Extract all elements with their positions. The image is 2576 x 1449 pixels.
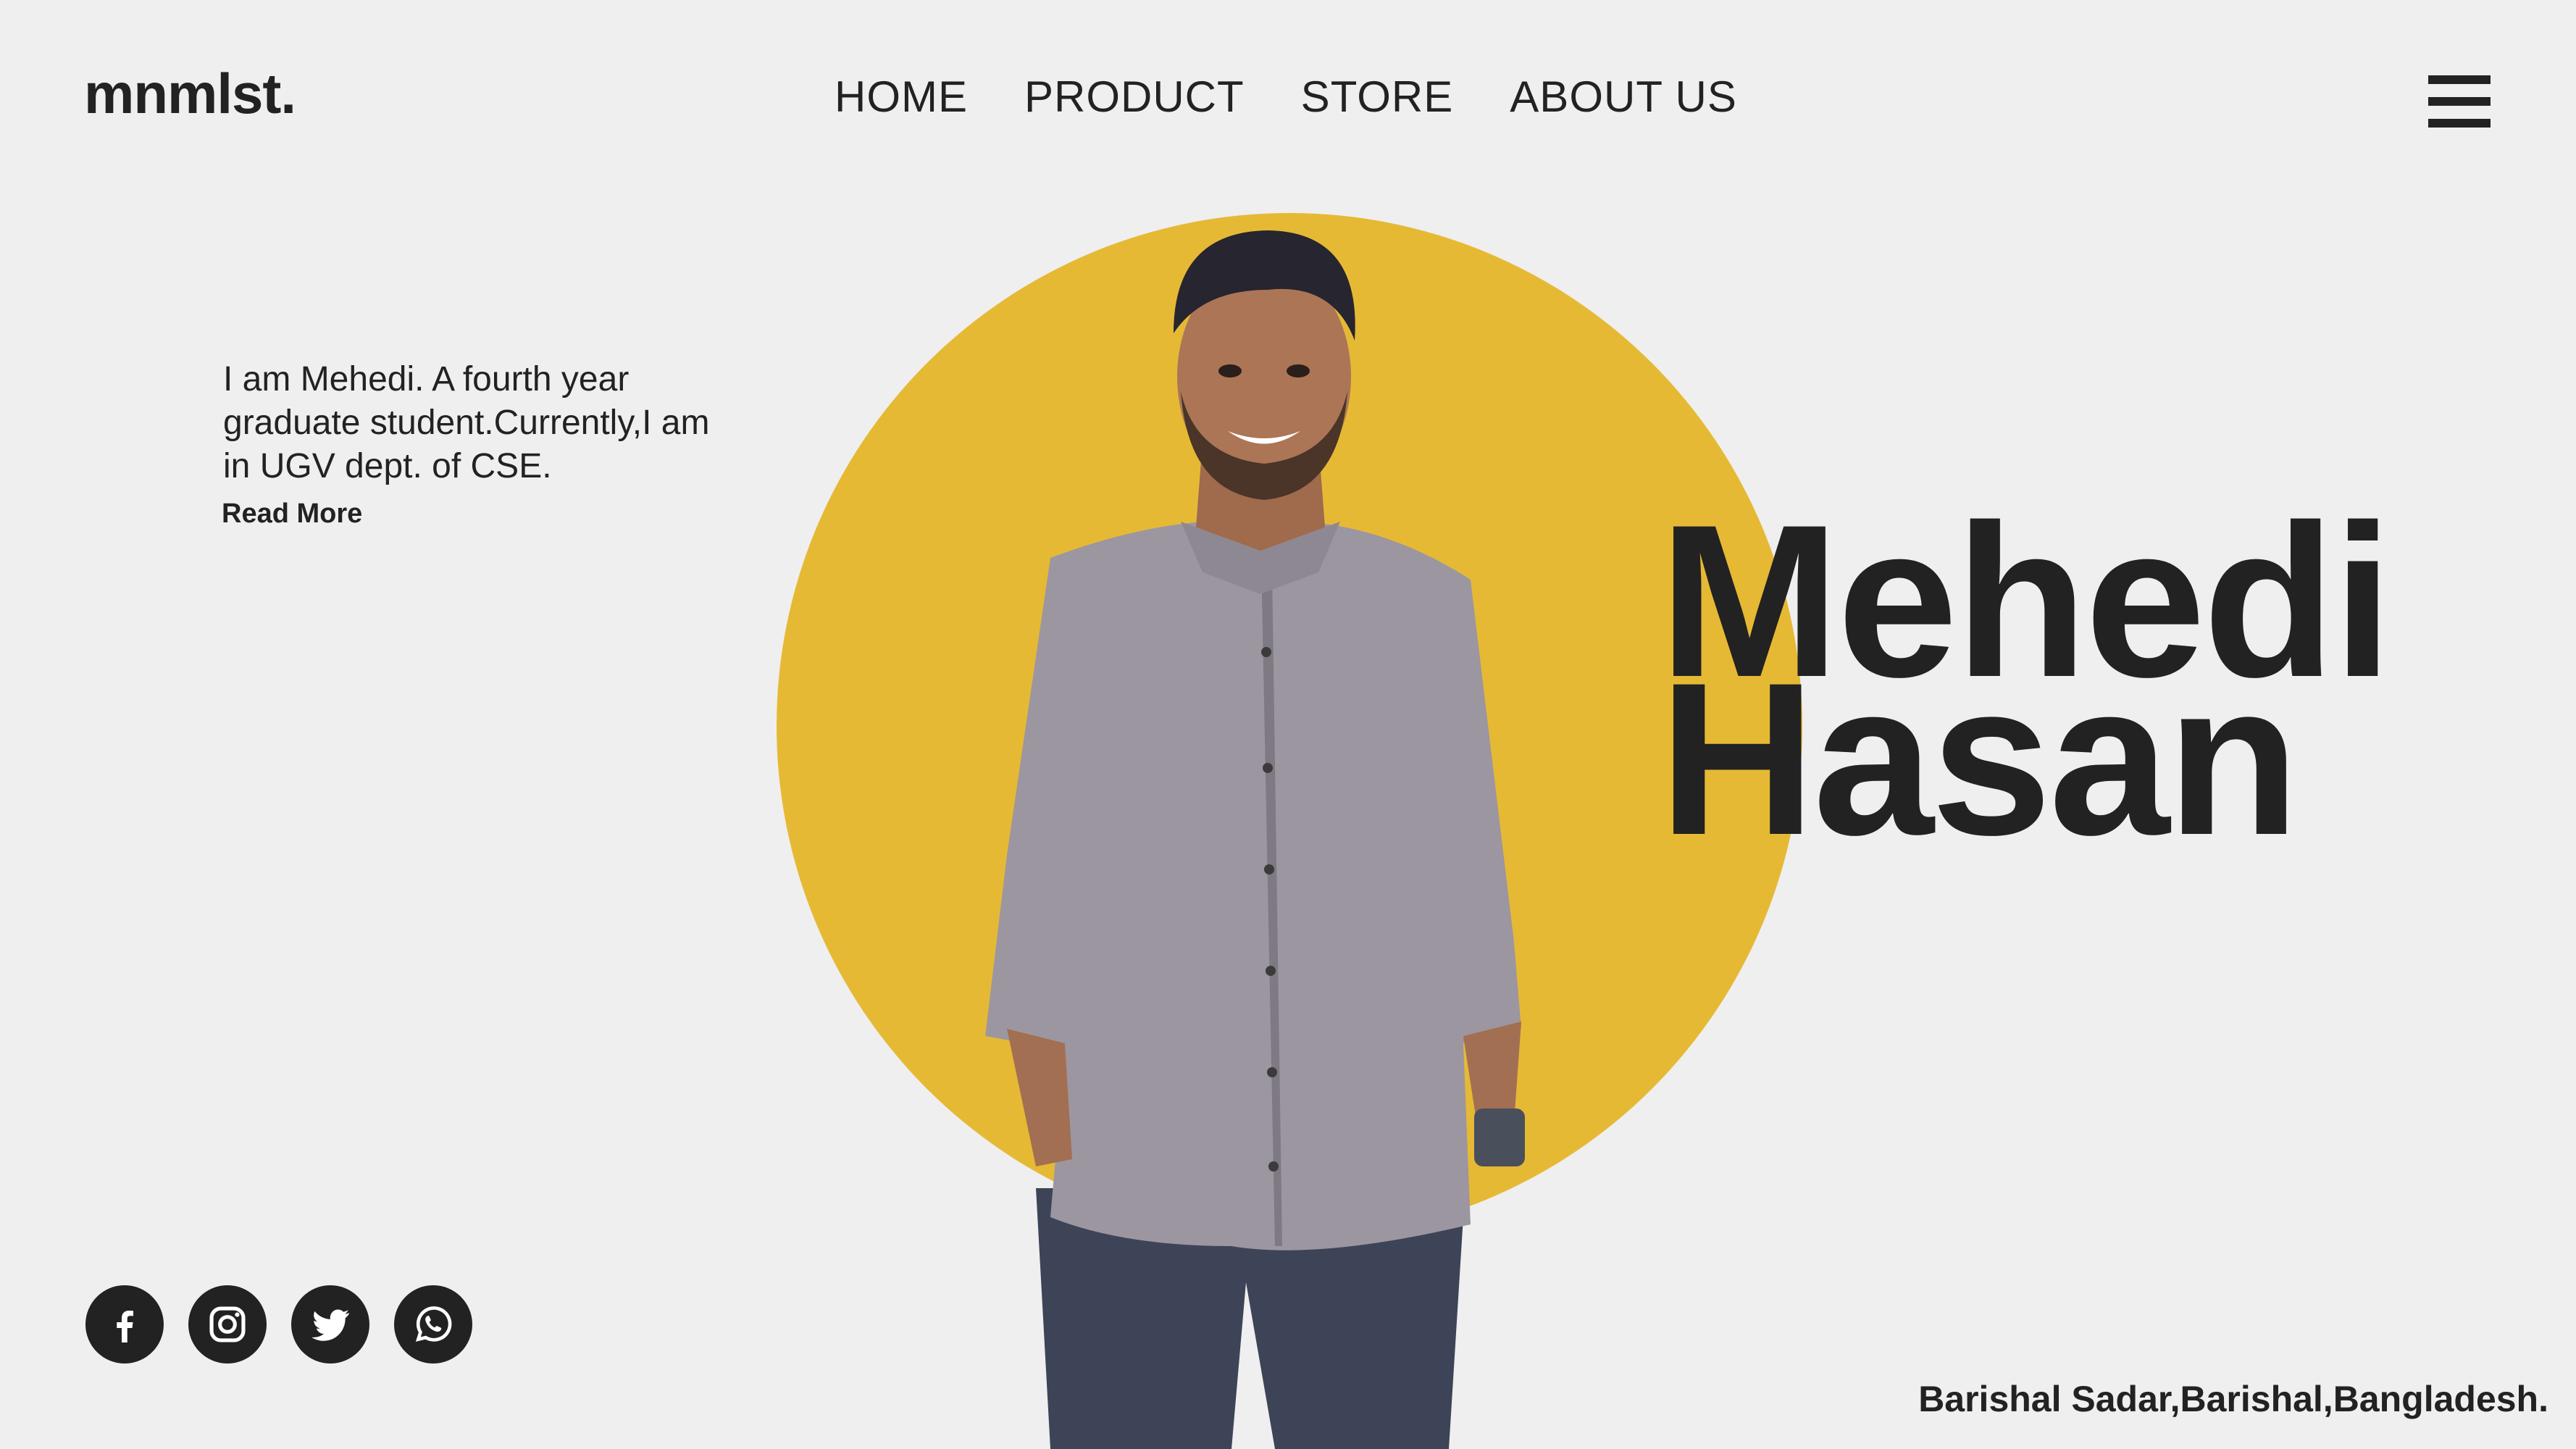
whatsapp-icon[interactable] <box>394 1285 472 1364</box>
nav-store[interactable]: STORE <box>1301 75 1454 119</box>
hamburger-menu-icon[interactable] <box>2428 75 2491 128</box>
nav-about-us[interactable]: ABOUT US <box>1510 75 1737 119</box>
location-address: Barishal Sadar,Barishal,Bangladesh. <box>1918 1379 2548 1419</box>
landing-page: mnmlst. HOME PRODUCT STORE ABOUT US I am… <box>0 0 2576 1449</box>
intro-text: I am Mehedi. A fourth year graduate stud… <box>223 360 710 485</box>
nav-home[interactable]: HOME <box>835 75 968 119</box>
facebook-icon[interactable] <box>85 1285 164 1364</box>
instagram-icon[interactable] <box>188 1285 267 1364</box>
site-logo[interactable]: mnmlst. <box>84 65 296 122</box>
twitter-icon[interactable] <box>291 1285 369 1364</box>
hero-last-name: Hasan <box>1659 637 2299 880</box>
social-links <box>85 1285 472 1364</box>
portrait-photo <box>985 230 1525 1449</box>
main-nav: HOME PRODUCT STORE ABOUT US <box>835 75 1737 119</box>
nav-product[interactable]: PRODUCT <box>1024 75 1245 119</box>
read-more-link[interactable]: Read More <box>222 498 362 530</box>
hero-name: Mehedi Hasan <box>1659 492 2393 880</box>
